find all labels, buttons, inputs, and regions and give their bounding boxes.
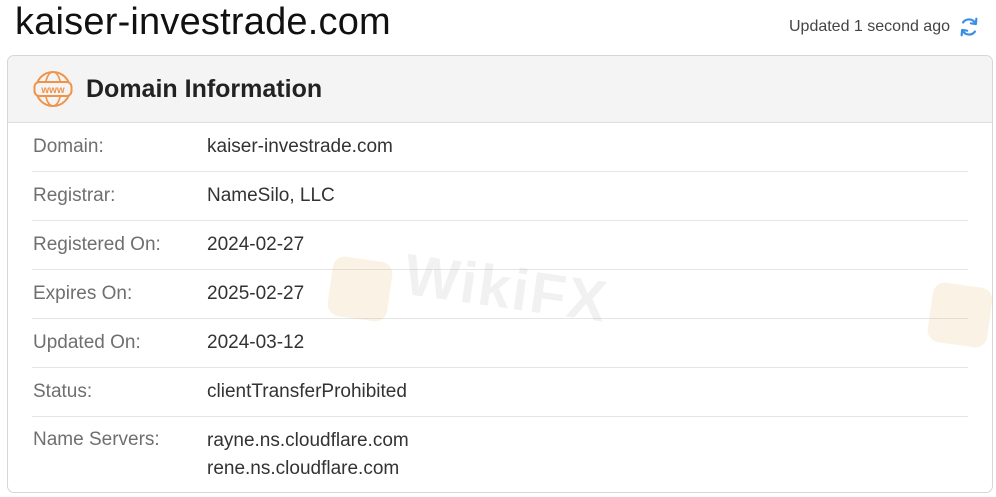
domain-info-card: www Domain Information Domain: kaiser-in… [7, 55, 993, 493]
info-row-name-servers: Name Servers: rayne.ns.cloudflare.com re… [32, 417, 968, 487]
card-header: www Domain Information [8, 56, 992, 123]
info-row-registrar: Registrar: NameSilo, LLC [32, 172, 968, 221]
info-row-domain: Domain: kaiser-investrade.com [32, 123, 968, 172]
row-value: 2024-02-27 [207, 234, 305, 255]
row-value: 2024-03-12 [207, 332, 305, 353]
updated-text: Updated 1 second ago [788, 18, 950, 35]
info-row-expires-on: Expires On: 2025-02-27 [32, 270, 968, 319]
update-status: Updated 1 second ago [789, 16, 980, 38]
name-server-list: rayne.ns.cloudflare.com rene.ns.cloudfla… [207, 427, 409, 483]
info-row-status: Status: clientTransferProhibited [32, 368, 968, 417]
info-row-updated-on: Updated On: 2024-03-12 [32, 319, 968, 368]
row-label: Status: [33, 381, 93, 402]
row-value: clientTransferProhibited [207, 381, 407, 402]
www-icon-text: www [40, 85, 65, 96]
row-label: Expires On: [33, 283, 133, 304]
row-label: Name Servers: [33, 429, 160, 450]
row-label: Registered On: [33, 234, 161, 255]
www-globe-icon: www [33, 69, 73, 109]
name-server-item: rene.ns.cloudflare.com [207, 458, 400, 479]
row-label: Domain: [33, 136, 104, 157]
row-value: NameSilo, LLC [207, 185, 335, 206]
card-title: Domain Information [86, 74, 323, 103]
row-value: kaiser-investrade.com [207, 136, 393, 157]
page: kaiser-investrade.com Updated 1 second a… [0, 0, 996, 497]
info-row-registered-on: Registered On: 2024-02-27 [32, 221, 968, 270]
row-label: Updated On: [33, 332, 141, 353]
refresh-icon[interactable] [958, 16, 980, 38]
row-label: Registrar: [33, 185, 116, 206]
page-title: kaiser-investrade.com [15, 1, 391, 43]
row-value: 2025-02-27 [207, 283, 305, 304]
info-table: Domain: kaiser-investrade.com Registrar:… [32, 123, 968, 487]
name-server-item: rayne.ns.cloudflare.com [207, 430, 409, 451]
